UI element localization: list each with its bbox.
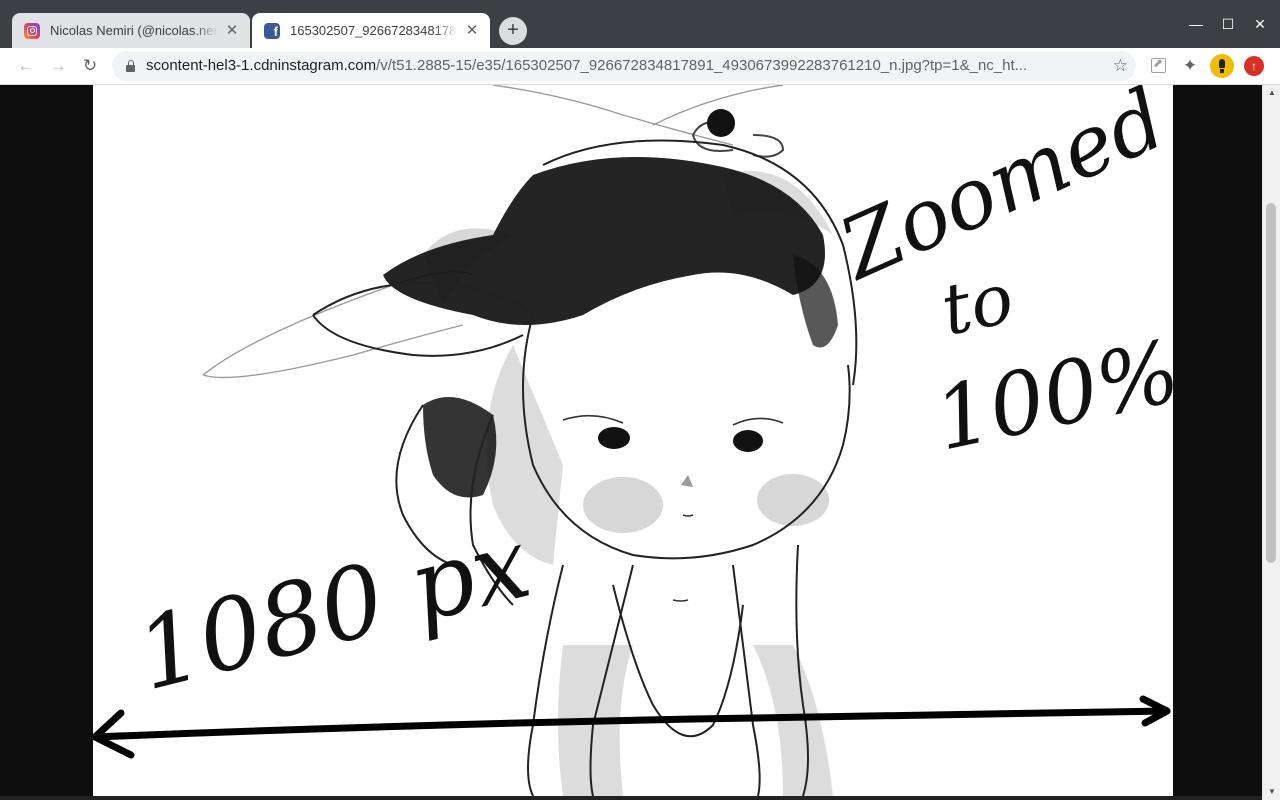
url-text[interactable]: scontent-hel3-1.cdninstagram.com/v/t51.2…: [146, 51, 1094, 81]
bookmark-star-icon[interactable]: ☆: [1113, 55, 1128, 77]
sketch-drawing: 1080 px Zoomed to 100%: [93, 85, 1173, 796]
url-host: scontent-hel3-1.cdninstagram.com: [146, 57, 377, 74]
new-tab-button[interactable]: +: [499, 17, 527, 45]
scroll-down-icon[interactable]: ▼: [1266, 786, 1278, 798]
extensions-puzzle-icon[interactable]: ✦: [1179, 55, 1201, 77]
instagram-icon: [24, 22, 40, 39]
tab-strip: Nicolas Nemiri (@nicolas.nemiri) • Insta…: [0, 0, 1280, 48]
open-in-app-icon[interactable]: [1148, 55, 1170, 77]
address-bar[interactable]: scontent-hel3-1.cdninstagram.com/v/t51.2…: [112, 51, 1136, 81]
tab-instagram[interactable]: Nicolas Nemiri (@nicolas.nemiri) • Insta…: [12, 13, 250, 48]
back-icon[interactable]: ←: [13, 53, 39, 79]
update-arrow-icon[interactable]: ↑: [1244, 56, 1264, 76]
minimize-icon[interactable]: —: [1184, 12, 1208, 36]
close-window-icon[interactable]: ✕: [1248, 12, 1272, 36]
reload-icon[interactable]: ↻: [77, 53, 103, 79]
extension-lightbulb-icon[interactable]: [1210, 54, 1234, 78]
annotation-width-text: 1080 px: [126, 506, 540, 713]
lock-icon[interactable]: [126, 60, 135, 72]
tab-image[interactable]: f 165302507_926672834817891_493067399228…: [252, 13, 490, 48]
width-arrow: [93, 695, 1171, 759]
scrollbar-thumb[interactable]: [1266, 203, 1276, 563]
forward-icon[interactable]: →: [45, 53, 71, 79]
displayed-image[interactable]: 1080 px Zoomed to 100%: [93, 85, 1173, 796]
scroll-up-icon[interactable]: ▲: [1266, 87, 1278, 99]
page-viewport: 1080 px Zoomed to 100%: [0, 85, 1262, 800]
tab-title: 165302507_926672834817891_49306739922837…: [290, 23, 458, 38]
vertical-scrollbar[interactable]: ▲ ▼: [1262, 85, 1280, 800]
tab-title: Nicolas Nemiri (@nicolas.nemiri) • Insta…: [50, 23, 218, 38]
facebook-icon: f: [264, 22, 280, 39]
annotation-to-text: to: [934, 257, 1020, 352]
tab-close-icon[interactable]: ✕: [224, 22, 240, 39]
url-path: /v/t51.2885-15/e35/165302507_92667283481…: [376, 57, 1028, 74]
window-bottom-edge: [0, 796, 1262, 800]
tab-close-icon[interactable]: ✕: [464, 22, 480, 39]
maximize-icon[interactable]: ☐: [1216, 12, 1240, 36]
browser-toolbar: ← → ↻ scontent-hel3-1.cdninstagram.com/v…: [0, 48, 1280, 85]
